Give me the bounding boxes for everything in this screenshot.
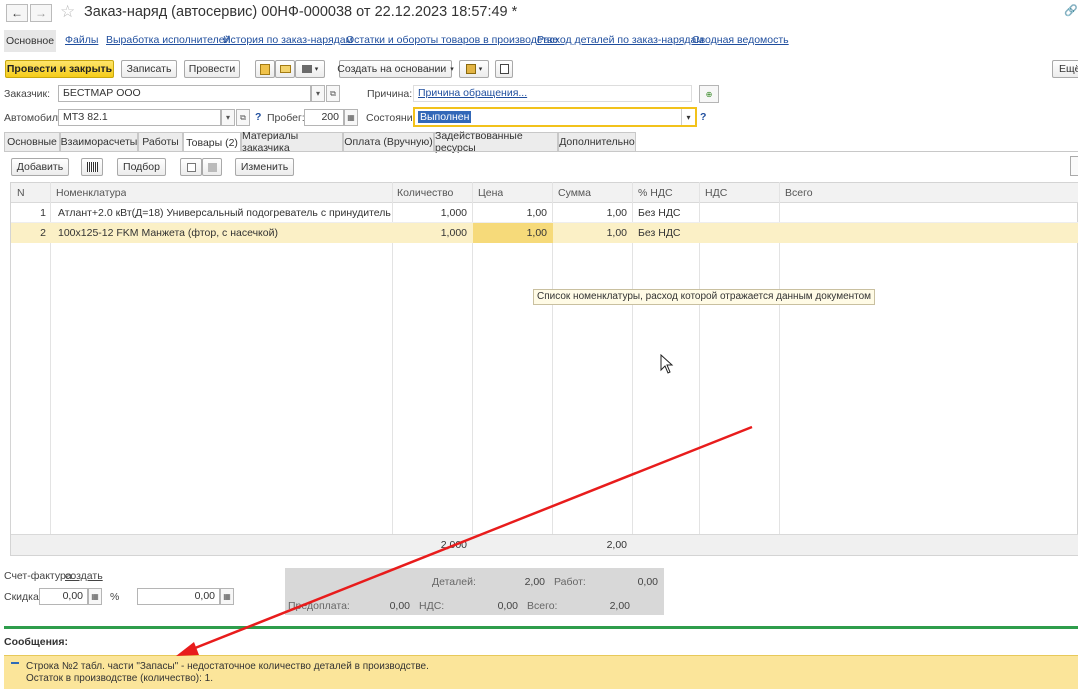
annotation-arrow-icon [176, 425, 753, 656]
